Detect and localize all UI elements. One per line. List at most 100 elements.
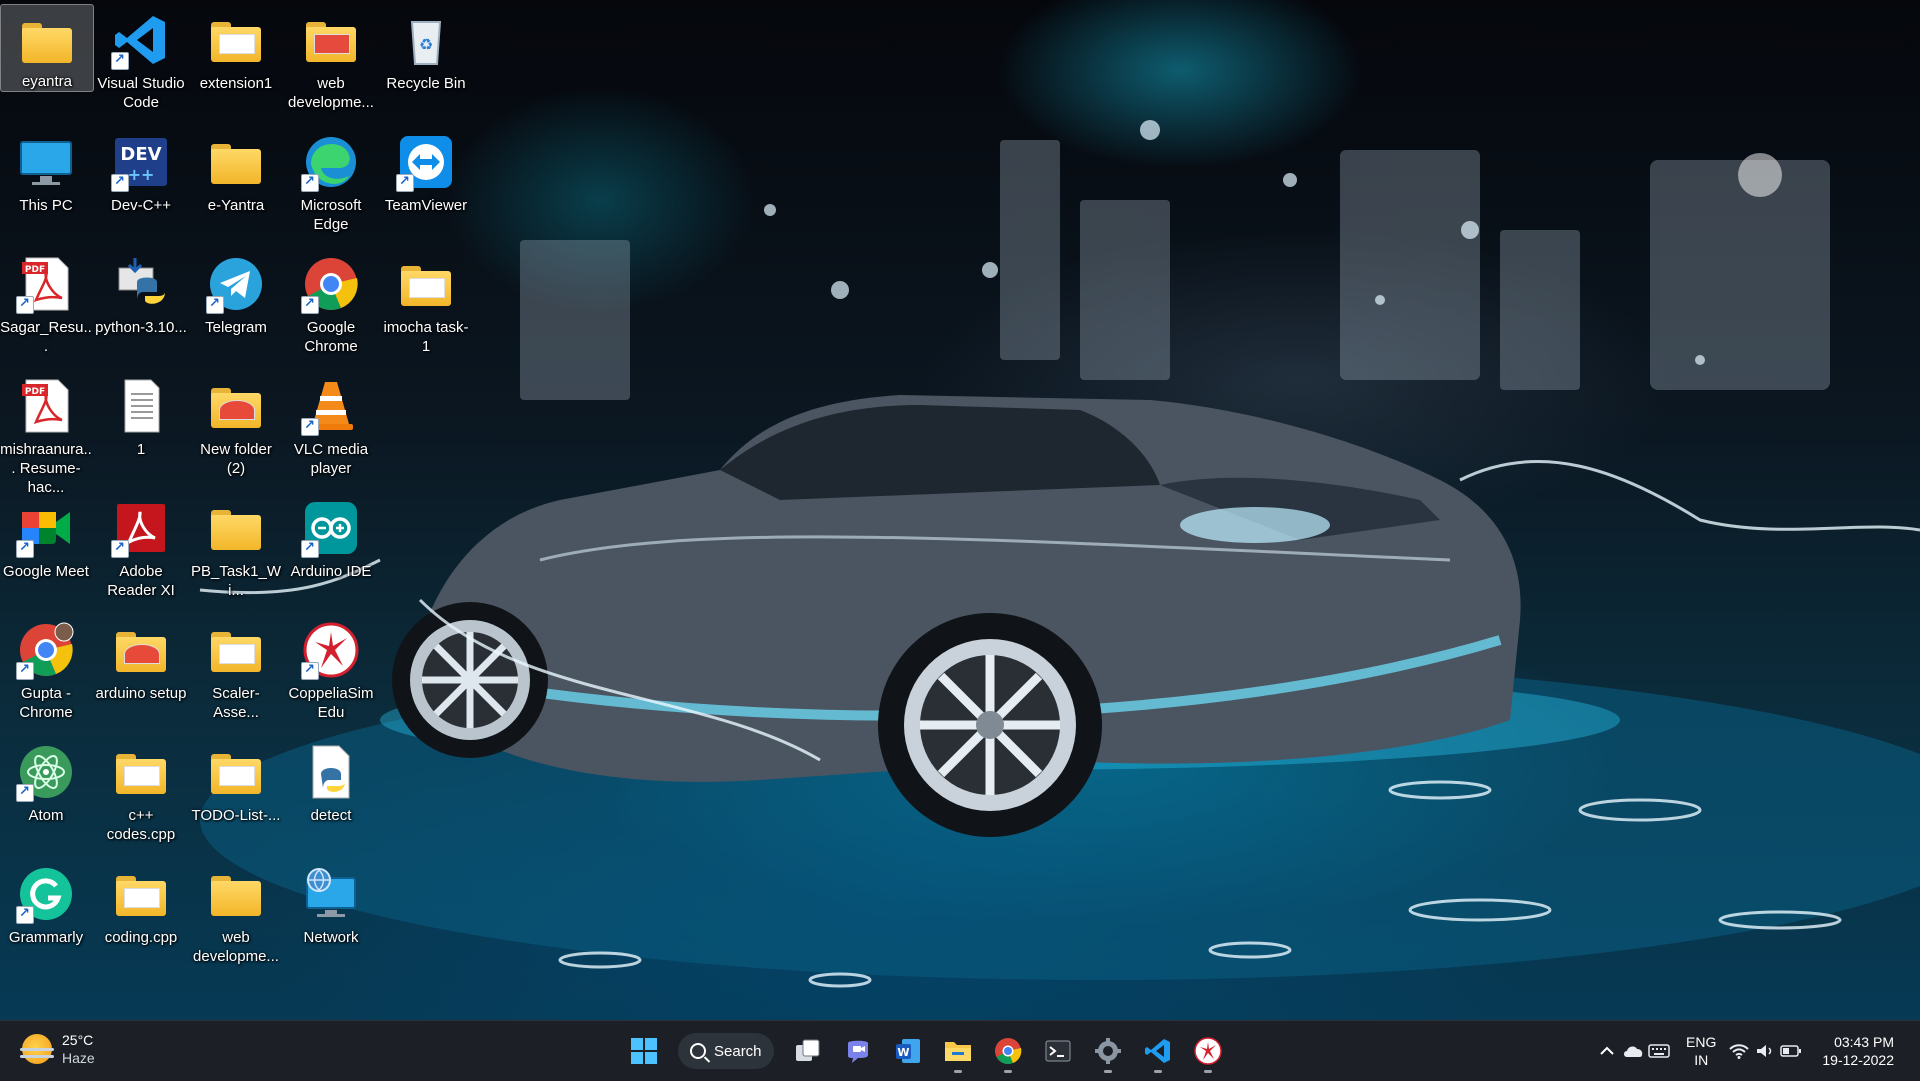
chevron-up-icon[interactable] — [1594, 1038, 1620, 1064]
desktop-icon-detect[interactable]: detect — [285, 736, 377, 854]
settings-button[interactable] — [1086, 1029, 1130, 1073]
clock[interactable]: 03:43 PM 19-12-2022 — [1822, 1033, 1894, 1069]
chrome-button[interactable] — [986, 1029, 1030, 1073]
desktop-icon-cpp-codes[interactable]: c++ codes.cpp — [95, 736, 187, 854]
desktop-icon-label: This PC — [19, 197, 73, 214]
desktop-icon-adobe-reader[interactable]: Adobe Reader XI — [95, 492, 187, 610]
word-button[interactable]: W — [886, 1029, 930, 1073]
taskbar-apps: Search W — [622, 1029, 1230, 1073]
app-button[interactable] — [1186, 1029, 1230, 1073]
desktop-icon-python-installer[interactable]: python-3.10... — [95, 248, 187, 366]
terminal-icon — [1045, 1040, 1071, 1062]
running-indicator — [1104, 1070, 1112, 1073]
desktop-icon-scaler-assessment[interactable]: Scaler-Asse... — [190, 614, 282, 732]
task-view-icon — [796, 1039, 820, 1061]
vlc-icon — [301, 378, 359, 436]
desktop-icon-gupta-chrome[interactable]: Gupta - Chrome — [0, 614, 92, 732]
folder-icon — [113, 866, 169, 922]
teams-chat-button[interactable] — [836, 1029, 880, 1073]
desktop-icons: eyantra Visual Studio Code extension1 we… — [0, 0, 480, 1000]
battery-icon[interactable] — [1778, 1038, 1804, 1064]
desktop-icon-label: Arduino IDE — [290, 563, 372, 580]
teamviewer-icon — [396, 134, 454, 192]
desktop-icon-label: imocha task-1 — [383, 319, 469, 355]
desktop-icon-coding-cpp[interactable]: coding.cpp — [95, 858, 187, 976]
desktop-icon-label: Scaler-Asse... — [212, 685, 260, 721]
desktop-icon-imocha-task[interactable]: imocha task-1 — [380, 248, 472, 366]
desktop-icon-e-yantra[interactable]: e-Yantra — [190, 126, 282, 244]
desktop-icon-dev-cpp[interactable]: DEV++ Dev-C++ — [95, 126, 187, 244]
grammarly-icon — [16, 866, 74, 924]
desktop-icon-label: detect — [310, 807, 352, 824]
folder-icon — [208, 378, 264, 434]
desktop-icon-teamviewer[interactable]: TeamViewer — [380, 126, 472, 244]
desktop-icon-text-file-1[interactable]: 1 — [95, 370, 187, 488]
weather-temperature: 25°C — [62, 1032, 94, 1048]
desktop-icon-label: Atom — [28, 807, 64, 824]
desktop-icon-label: Google Meet — [3, 563, 89, 580]
svg-text:W: W — [897, 1046, 909, 1059]
arduino-icon — [301, 500, 359, 558]
adobe-reader-icon — [111, 500, 169, 558]
file-explorer-button[interactable] — [936, 1029, 980, 1073]
task-view-button[interactable] — [786, 1029, 830, 1073]
taskbar-search[interactable]: Search — [678, 1033, 774, 1069]
terminal-button[interactable] — [1036, 1029, 1080, 1073]
python-installer-icon — [113, 256, 169, 312]
desktop-icon-this-pc[interactable]: This PC — [0, 126, 92, 244]
desktop-icon-mishraanura-resume[interactable]: PDF mishraanura... Resume-hac... — [0, 370, 92, 496]
app-icon — [1194, 1037, 1222, 1065]
keyboard-icon[interactable] — [1646, 1038, 1672, 1064]
desktop-icon-network[interactable]: Network — [285, 858, 377, 976]
taskbar: 25°C Haze Search W ENG IN 03:43 PM 19-12… — [0, 1020, 1920, 1081]
desktop-icon-vscode[interactable]: Visual Studio Code — [95, 4, 187, 122]
desktop-icon-atom[interactable]: Atom — [0, 736, 92, 854]
weather-condition: Haze — [62, 1050, 95, 1066]
desktop-icon-google-meet[interactable]: Google Meet — [0, 492, 92, 610]
svg-text:++: ++ — [128, 165, 155, 184]
folder-icon — [208, 12, 264, 68]
desktop-icon-arduino-setup[interactable]: arduino setup — [95, 614, 187, 732]
input-language[interactable]: ENG IN — [1686, 1033, 1716, 1069]
search-icon — [690, 1043, 706, 1059]
svg-text:PDF: PDF — [25, 387, 45, 397]
desktop-icon-web-development-1[interactable]: web developme... — [285, 4, 377, 122]
desktop-icon-microsoft-edge[interactable]: Microsoft Edge — [285, 126, 377, 244]
desktop-icon-label: 1 — [136, 441, 146, 458]
desktop-icon-label: e-Yantra — [207, 197, 265, 214]
clock-time: 03:43 PM — [1834, 1034, 1894, 1050]
desktop-icon-extension1[interactable]: extension1 — [190, 4, 282, 122]
desktop-icon-coppeliasim[interactable]: CoppeliaSim Edu — [285, 614, 377, 732]
desktop-icon-label: Network — [303, 929, 359, 946]
desktop-icon-vlc[interactable]: VLC media player — [285, 370, 377, 488]
desktop-icon-eyantra[interactable]: eyantra — [0, 4, 94, 92]
desktop-icon-web-development-2[interactable]: web developme... — [190, 858, 282, 976]
start-button[interactable] — [622, 1029, 666, 1073]
desktop-icon-pb-task1[interactable]: PB_Task1_Wi... — [190, 492, 282, 610]
desktop-icon-google-chrome[interactable]: Google Chrome — [285, 248, 377, 366]
pdf-icon: PDF — [18, 378, 74, 434]
desktop-icon-telegram[interactable]: Telegram — [190, 248, 282, 366]
vscode-button[interactable] — [1136, 1029, 1180, 1073]
desktop-icon-todo-list[interactable]: TODO-List-... — [190, 736, 282, 854]
svg-text:♻: ♻ — [419, 35, 433, 54]
onedrive-icon[interactable] — [1620, 1038, 1646, 1064]
volume-icon[interactable] — [1752, 1038, 1778, 1064]
devcpp-icon: DEV ++ — [111, 134, 169, 192]
desktop-icon-label: Visual Studio Code — [97, 75, 185, 111]
weather-widget[interactable]: 25°C Haze — [20, 1031, 95, 1067]
desktop-icon-new-folder-2[interactable]: New folder (2) — [190, 370, 282, 488]
desktop-icon-label: arduino setup — [95, 685, 187, 702]
recycle-bin-icon: ♻ — [398, 12, 454, 68]
svg-text:PDF: PDF — [25, 265, 45, 275]
chrome-icon — [995, 1038, 1022, 1064]
desktop-icon-grammarly[interactable]: Grammarly — [0, 858, 92, 976]
running-indicator — [1204, 1070, 1212, 1073]
folder-icon — [208, 622, 264, 678]
folder-icon — [113, 622, 169, 678]
desktop-icon-arduino-ide[interactable]: Arduino IDE — [285, 492, 377, 610]
folder-icon — [113, 744, 169, 800]
wifi-icon[interactable] — [1726, 1038, 1752, 1064]
desktop-icon-sagar-resume[interactable]: PDF Sagar_Resu... — [0, 248, 92, 366]
desktop-icon-recycle-bin[interactable]: ♻ Recycle Bin — [380, 4, 472, 122]
